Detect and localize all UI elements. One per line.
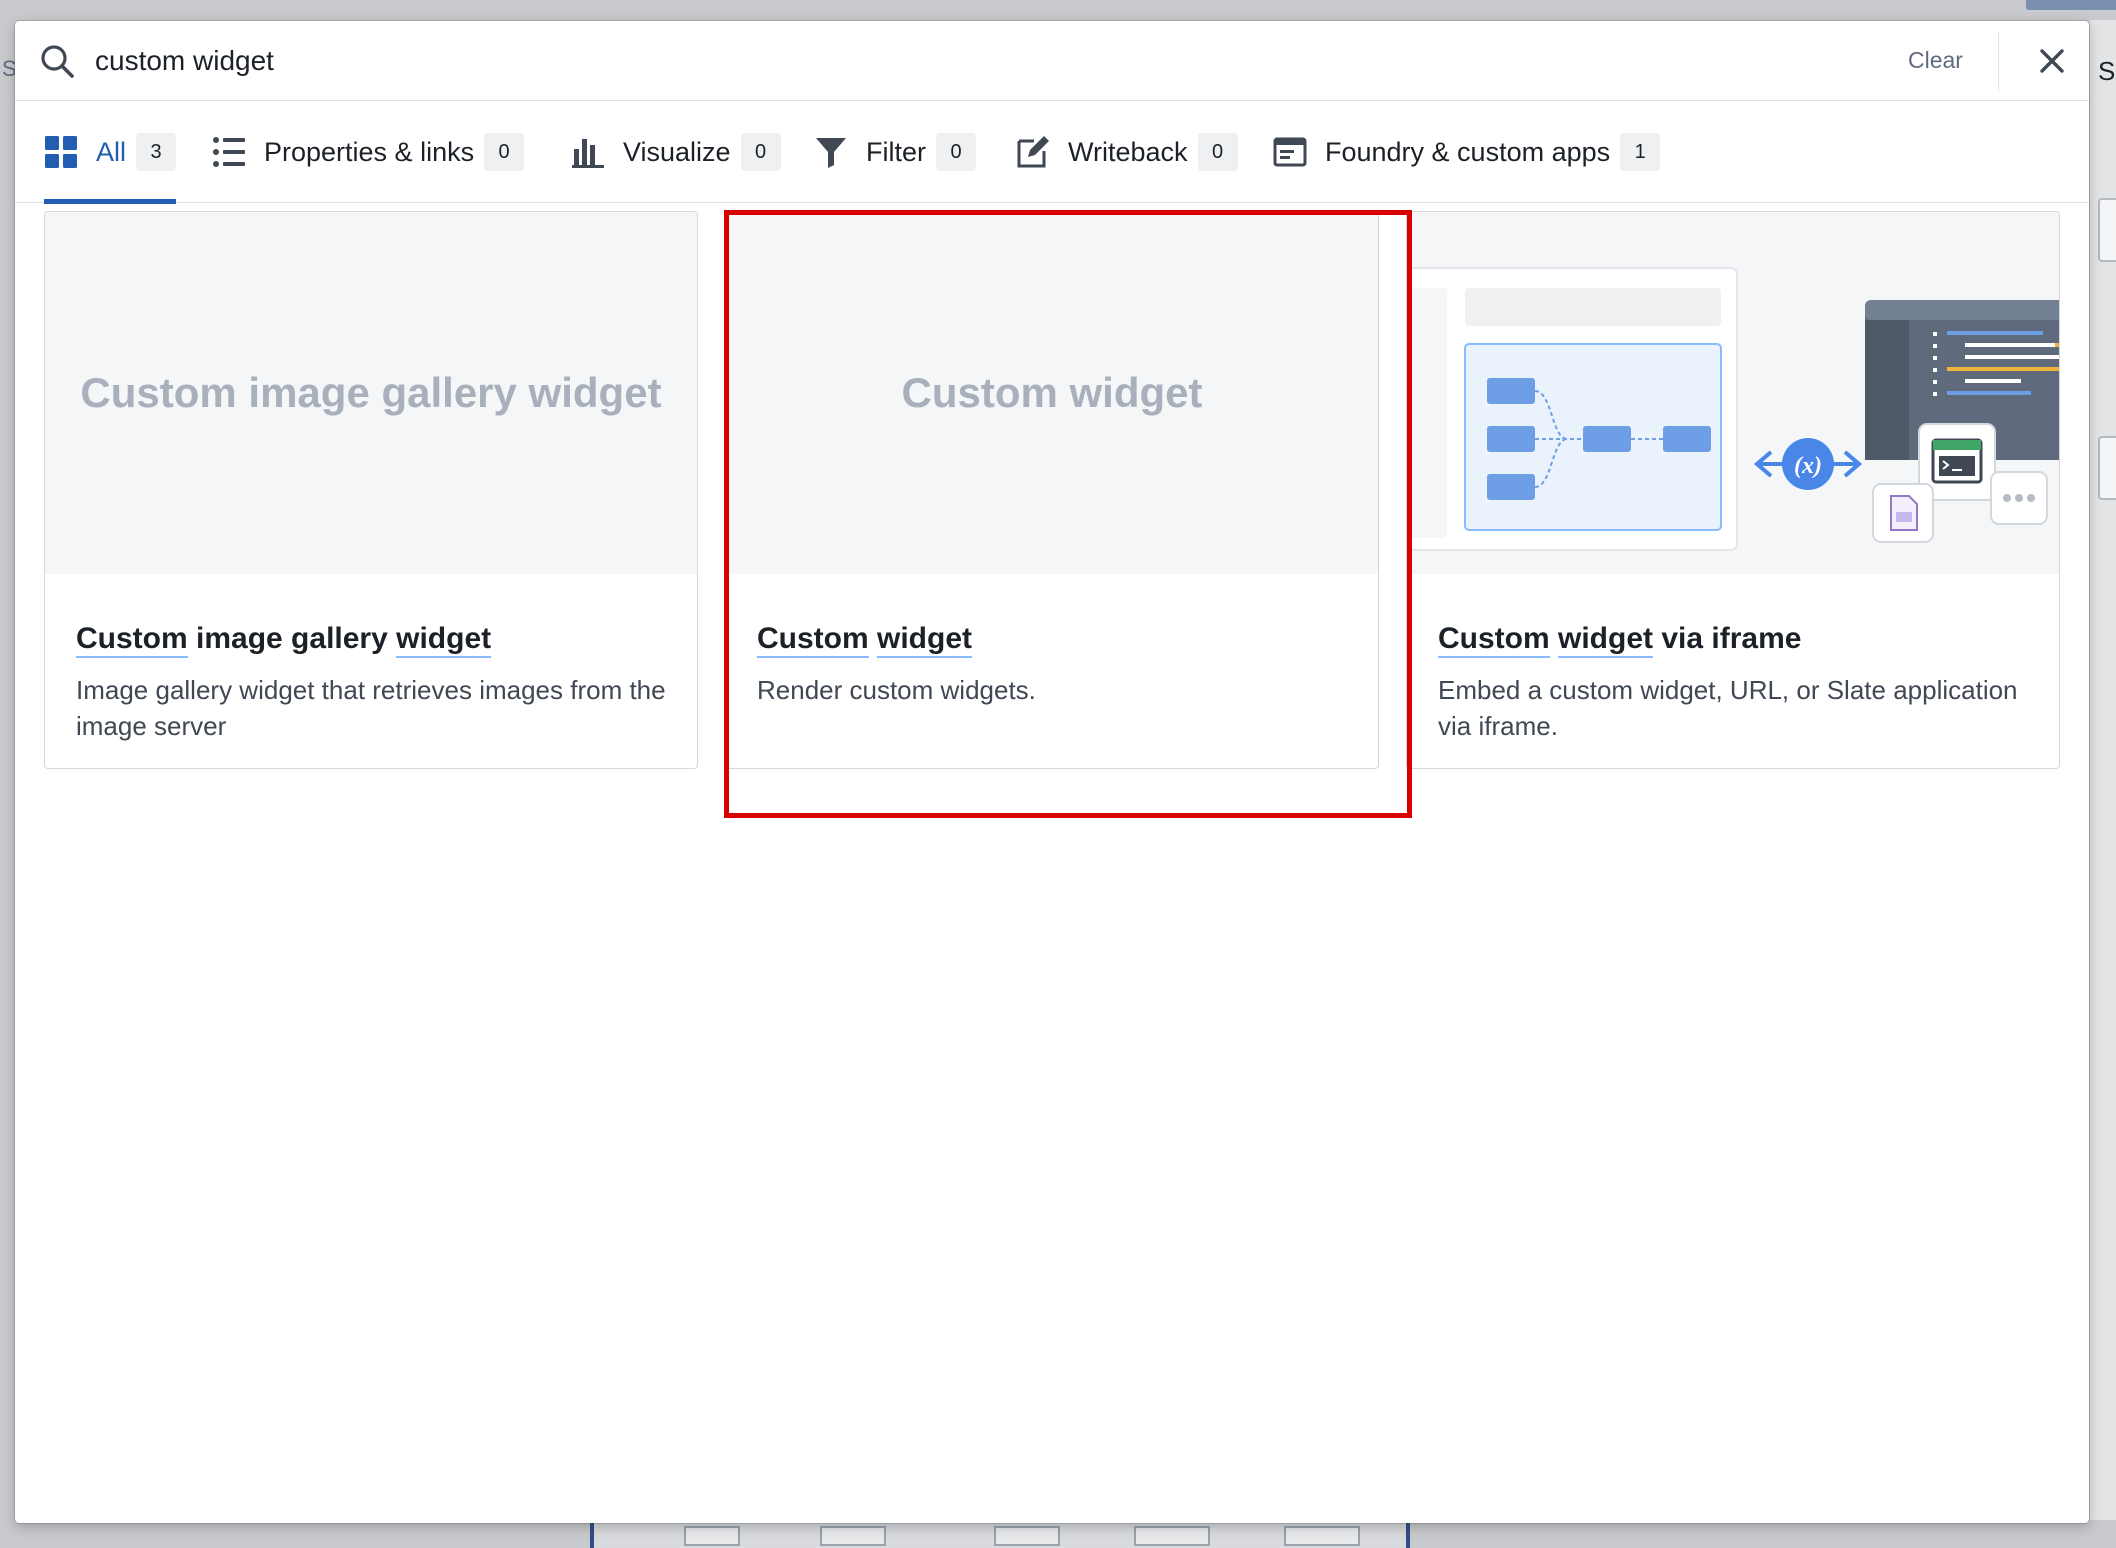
filter-icon xyxy=(816,138,846,168)
title-match: widget xyxy=(1558,622,1654,658)
widget-card-custom-widget[interactable]: Custom widget Custom widget Render custo… xyxy=(725,211,1379,769)
title-match: Custom xyxy=(757,622,869,658)
search-input[interactable] xyxy=(95,39,1795,83)
tab-count: 0 xyxy=(936,133,976,171)
background-input-stub xyxy=(2098,436,2116,500)
widget-search-dialog: Clear All 3 Properties & links xyxy=(15,21,2089,1523)
list-icon xyxy=(213,137,245,167)
tab-properties-links[interactable]: Properties & links 0 xyxy=(212,101,525,203)
background-thumbnail xyxy=(994,1526,1060,1546)
tab-label: Writeback xyxy=(1068,136,1188,167)
bar-chart-icon xyxy=(572,139,604,168)
clear-button[interactable]: Clear xyxy=(1908,47,1963,74)
iframe-illustration: (x) xyxy=(1407,267,2059,551)
title-match: Custom xyxy=(1438,622,1550,658)
tab-label: All xyxy=(96,136,127,167)
tab-visualize[interactable]: Visualize 0 xyxy=(571,101,781,203)
background-thumbnail xyxy=(1284,1526,1360,1546)
tab-count: 0 xyxy=(740,133,781,171)
background-thumbnail xyxy=(1134,1526,1210,1546)
tab-filter[interactable]: Filter 0 xyxy=(814,101,976,203)
tab-label: Properties & links xyxy=(264,136,475,167)
application-icon xyxy=(1273,137,1307,167)
tab-all[interactable]: All 3 xyxy=(44,101,177,204)
widget-card-image-gallery[interactable]: Custom image gallery widget Custom image… xyxy=(44,211,698,769)
card-preview: Custom widget xyxy=(726,212,1378,574)
background-input-stub xyxy=(2098,198,2116,262)
tab-foundry-custom-apps[interactable]: Foundry & custom apps 1 xyxy=(1273,101,1661,203)
title-text: image gallery xyxy=(196,622,388,655)
title-match: widget xyxy=(877,622,973,658)
background-thumbnail xyxy=(684,1526,740,1546)
tab-label: Filter xyxy=(866,136,926,167)
title-match: widget xyxy=(396,622,492,658)
tab-count: 0 xyxy=(1197,133,1238,171)
title-text: via iframe xyxy=(1661,622,1802,655)
title-match: Custom xyxy=(76,622,188,658)
tab-count: 3 xyxy=(136,133,177,171)
card-description: Render custom widgets. xyxy=(757,675,1036,705)
background-canvas-strip xyxy=(590,1522,1410,1548)
search-bar: Clear xyxy=(15,21,2089,101)
card-title: Custom image gallery widget xyxy=(76,622,492,658)
card-preview-text: Custom image gallery widget xyxy=(80,369,662,416)
card-description: Embed a custom widget, URL, or Slate app… xyxy=(1438,675,2018,741)
card-description: Image gallery widget that retrieves imag… xyxy=(76,675,666,741)
tab-label: Foundry & custom apps xyxy=(1325,136,1611,167)
category-tabs: All 3 Properties & links 0 Visualize 0 F… xyxy=(15,101,2089,204)
tab-count: 1 xyxy=(1620,133,1661,171)
background-top-button xyxy=(2026,0,2116,10)
card-title: Custom widget xyxy=(757,622,973,658)
tab-label: Visualize xyxy=(623,136,731,167)
grid-icon xyxy=(45,136,77,168)
close-icon[interactable] xyxy=(2032,41,2072,81)
widget-card-iframe[interactable]: (x) Custom widget via iframe Embed a cus… xyxy=(1406,211,2060,769)
card-preview-text: Custom widget xyxy=(901,369,1203,416)
background-right-label: S xyxy=(2098,56,2116,86)
background-thumbnail xyxy=(820,1526,886,1546)
edit-icon xyxy=(1017,136,1049,168)
tab-writeback[interactable]: Writeback 0 xyxy=(1016,101,1238,203)
card-title: Custom widget via iframe xyxy=(1438,622,1802,658)
card-preview: (x) xyxy=(1407,212,2059,574)
card-preview: Custom image gallery widget xyxy=(45,212,697,574)
search-divider xyxy=(1998,31,1999,91)
search-icon xyxy=(41,45,74,78)
tab-count: 0 xyxy=(484,133,525,171)
variable-badge-label: (x) xyxy=(1794,453,1822,479)
